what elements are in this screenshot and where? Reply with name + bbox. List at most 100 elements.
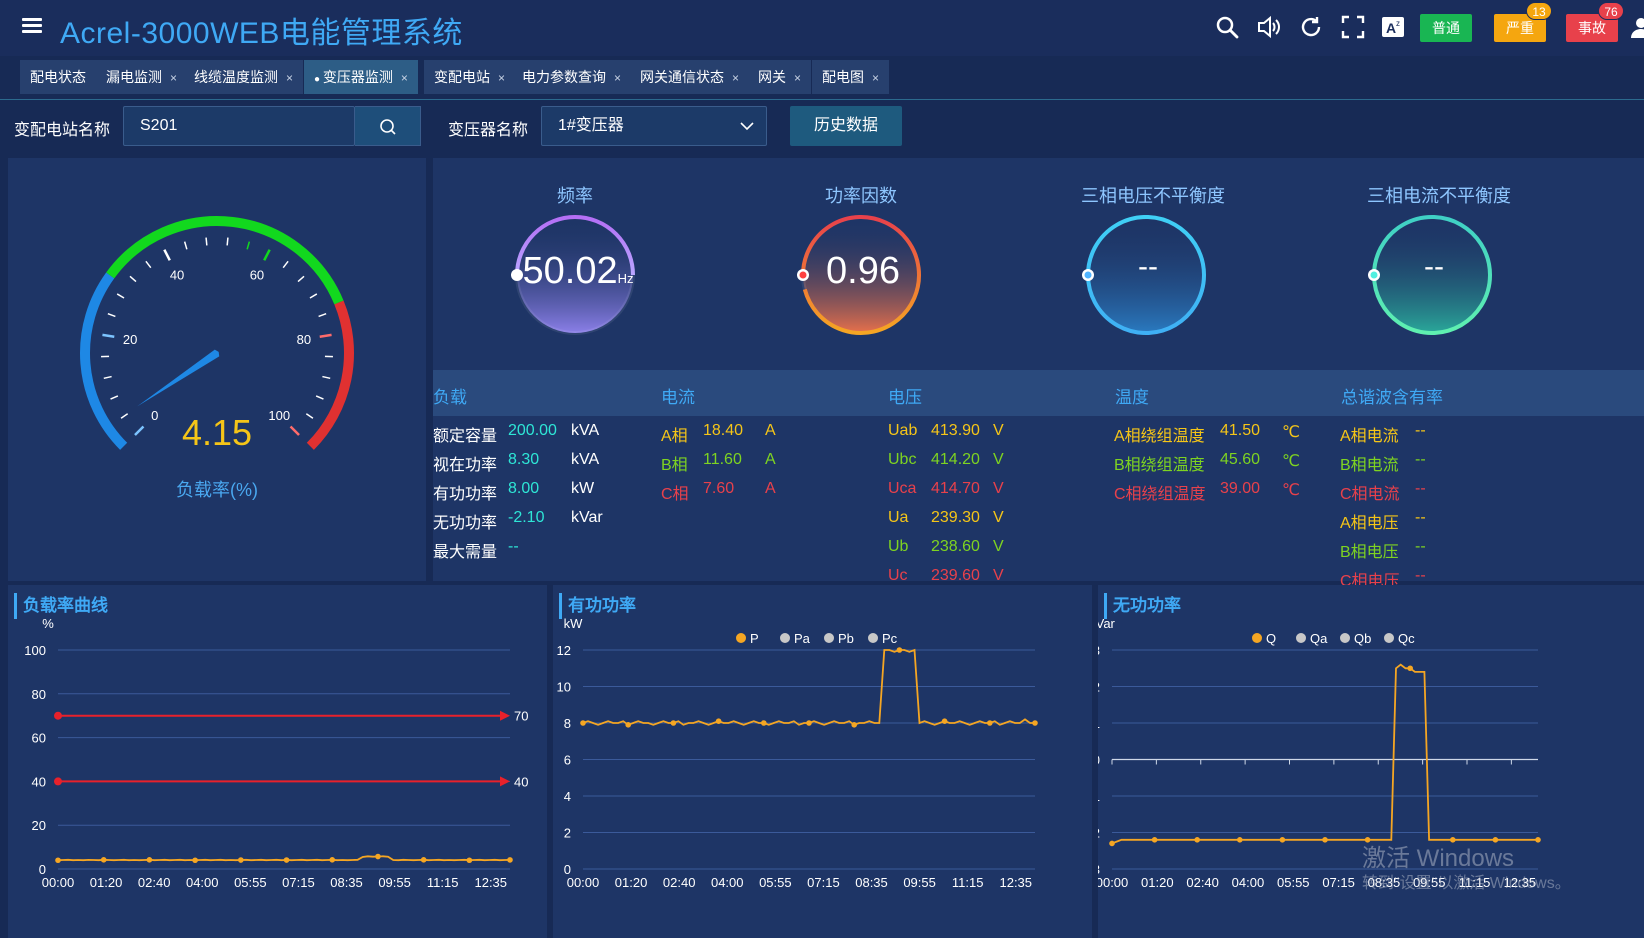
tab-1[interactable]: 漏电监测 × — [96, 60, 188, 94]
load-rate-value: 4.15 — [181, 412, 253, 453]
x-tick-label: 09:55 — [378, 875, 411, 890]
voltage-value: 239.60 — [931, 567, 980, 584]
tab-0[interactable]: 配电状态 — [20, 60, 96, 94]
voltage-name: Ubc — [888, 451, 917, 468]
tab-label: 线缆温度监测 — [194, 69, 278, 85]
current-phase-name: C相 — [661, 486, 689, 503]
load-rate-chart: %02040608010000:00 01:20 02:40 04:00 05:55 07… — [24, 616, 528, 890]
tab-3[interactable]: ● 变压器监测 × — [304, 60, 418, 94]
search-icon[interactable] — [1214, 14, 1240, 40]
series-point — [580, 720, 586, 726]
series-point — [192, 857, 198, 864]
tab-close-icon[interactable]: × — [286, 71, 293, 85]
gauge-tick — [205, 237, 208, 246]
harmonic-value: -- — [1415, 422, 1426, 439]
series-line — [1111, 663, 1538, 845]
series-line — [582, 648, 1035, 726]
series-point — [715, 718, 722, 724]
harmonic-name: C相电流 — [1340, 486, 1400, 503]
harmonic-value: -- — [1415, 538, 1426, 555]
tab-2[interactable]: 线缆温度监测 × — [184, 60, 304, 94]
temperature-name: B相绕组温度 — [1114, 457, 1205, 474]
gauge-tick — [110, 395, 119, 400]
transformer-select[interactable]: 1#变压器 — [541, 106, 767, 146]
tab-close-icon[interactable]: × — [794, 71, 801, 85]
user-icon[interactable] — [1628, 14, 1644, 40]
accident-alarm-count: 76 — [1598, 2, 1624, 20]
refresh-icon[interactable] — [1298, 14, 1324, 40]
tab-close-icon[interactable]: × — [732, 71, 739, 85]
tab-4[interactable]: 变配电站 × — [424, 60, 516, 94]
gauge-tick — [322, 375, 331, 380]
y-tick-label: 10 — [557, 680, 571, 695]
station-input[interactable]: S201 — [123, 106, 355, 146]
x-tick-label: 02:40 — [663, 875, 696, 890]
app-header: Acrel-3000WEB电能管理系统 Az 普通 严重 13 事故 76 — [0, 0, 1644, 56]
tab-6[interactable]: 网关通信状态 × — [630, 60, 750, 94]
legend-label: Pc — [882, 631, 898, 646]
voltage-value: 238.60 — [931, 538, 980, 555]
load-param-unit: kVA — [571, 422, 600, 439]
mark-line-label: 40 — [514, 774, 528, 789]
tab-8[interactable]: 配电图 × — [812, 60, 890, 94]
load-param-value: 8.00 — [508, 480, 540, 497]
temperature-name: C相绕组温度 — [1114, 486, 1206, 503]
series-point — [146, 857, 153, 863]
legend-marker — [868, 633, 878, 643]
gauge-arc-segment — [106, 216, 344, 305]
history-data-button[interactable]: 历史数据 — [790, 106, 902, 146]
x-tick-label: 08:35 — [330, 875, 363, 890]
current-phase-value: 11.60 — [703, 451, 742, 468]
series-point — [420, 857, 427, 863]
voltage-unit: V — [993, 567, 1004, 584]
x-tick-label: 00:00 — [567, 875, 600, 890]
legend-label: P — [750, 631, 759, 646]
load-param-name: 无功功率 — [433, 515, 498, 532]
transformer-selected-value: 1#变压器 — [558, 117, 624, 134]
translate-icon[interactable]: Az — [1380, 14, 1406, 40]
series-point — [283, 857, 290, 863]
serious-alarm-button[interactable]: 严重 13 — [1494, 2, 1552, 42]
x-tick-label: 12:35 — [999, 875, 1032, 890]
volume-icon[interactable] — [1256, 14, 1282, 40]
menu-icon[interactable] — [22, 18, 42, 34]
tab-close-icon[interactable]: × — [498, 71, 505, 85]
tab-label: 变压器监测 — [322, 69, 393, 85]
tab-close-icon[interactable]: × — [401, 71, 408, 85]
harmonic-name: B相电流 — [1340, 457, 1399, 474]
series-point — [761, 720, 767, 726]
load-param-unit: kVar — [571, 509, 603, 526]
x-tick-label: 04:00 — [1232, 875, 1265, 890]
load-param-name: 视在功率 — [433, 457, 498, 474]
temperature-value: 39.00 — [1220, 480, 1261, 497]
load-param-name: 最大需量 — [433, 544, 498, 561]
series-point — [329, 857, 336, 863]
accident-alarm-button[interactable]: 事故 76 — [1566, 2, 1624, 42]
tab-5[interactable]: 电力参数查询 × — [512, 60, 632, 94]
voltage-name: Ub — [888, 538, 909, 555]
load-param-value: 8.30 — [508, 451, 540, 468]
series-point — [1279, 837, 1286, 843]
tab-close-icon[interactable]: × — [614, 71, 621, 85]
parameter-table-header: 负载 电流 电压 温度 总谐波含有率 — [433, 370, 1644, 416]
gauge-tick — [116, 293, 125, 299]
gauge-tick — [319, 333, 332, 338]
header-current: 电流 — [661, 388, 695, 407]
series-point — [670, 720, 677, 726]
y-tick-label: 20 — [32, 818, 46, 833]
chevron-down-icon — [740, 122, 754, 131]
series-point — [1322, 837, 1328, 843]
y-tick-label: 0 — [1098, 753, 1100, 768]
tab-close-icon[interactable]: × — [170, 71, 177, 85]
mark-line-start — [54, 711, 62, 720]
current-phase-unit: A — [765, 451, 776, 468]
fullscreen-icon[interactable] — [1340, 14, 1366, 40]
tab-close-icon[interactable]: × — [872, 71, 879, 85]
normal-alarm-button[interactable]: 普通 — [1420, 14, 1472, 42]
mark-line-arrow — [500, 776, 510, 787]
voltage-name: Uca — [888, 480, 917, 497]
station-search-button[interactable] — [355, 106, 421, 146]
tab-7[interactable]: 网关 × — [748, 60, 812, 94]
voltage-name: Uab — [888, 422, 918, 439]
series-point — [1151, 837, 1158, 843]
